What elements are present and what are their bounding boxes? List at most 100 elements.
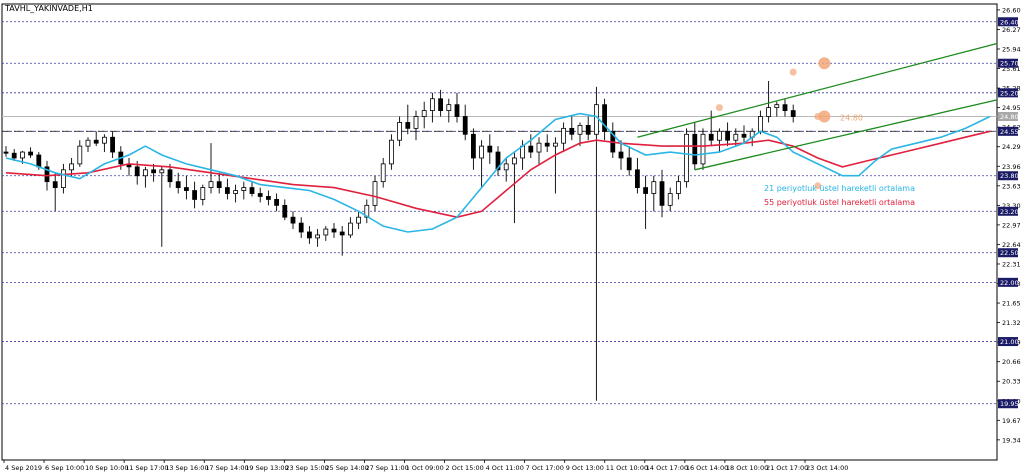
x-tick-label: 27 Sep 11:00 xyxy=(365,464,408,472)
chart-title: TAVHL_YAKINVADE,H1 xyxy=(4,4,93,13)
candle-body-up xyxy=(446,104,452,111)
y-tick-label: 20.66 xyxy=(1002,358,1021,366)
candle-body-down xyxy=(110,136,115,153)
x-tick-label: 6 Sep 10:00 xyxy=(45,464,84,472)
x-tick-label: 14 Oct 17:00 xyxy=(646,464,688,472)
candle-body-up xyxy=(233,190,239,194)
y-tick-label: 22.31 xyxy=(1002,260,1021,268)
candle-body-down xyxy=(782,104,788,111)
candle-body-down xyxy=(306,231,312,239)
candle-body-up xyxy=(159,169,165,174)
y-tick-label: 19.34 xyxy=(1002,436,1021,444)
candle-body-down xyxy=(790,110,796,117)
candle-body-up xyxy=(594,104,599,135)
price-label-text: 26.40 xyxy=(1000,18,1019,26)
y-tick-label: 19.67 xyxy=(1002,417,1021,425)
touch-marker-large xyxy=(818,57,831,70)
candle-body-up xyxy=(372,181,378,206)
candle-body-up xyxy=(142,169,148,177)
candle-body-down xyxy=(405,122,411,129)
candle-body-up xyxy=(536,142,542,153)
candle-body-down xyxy=(183,187,189,191)
x-tick-label: 11 Sep 17:00 xyxy=(125,464,168,472)
x-tick-label: 7 Oct 17:00 xyxy=(526,464,564,472)
candle-body-down xyxy=(331,228,337,233)
candle-body-up xyxy=(356,216,362,224)
x-tick-label: 10 Sep 10:00 xyxy=(85,464,128,472)
candle-body-down xyxy=(741,133,747,138)
chart-svg[interactable]: TAVHL_YAKINVADE,H126.6026.2725.9425.6125… xyxy=(0,0,1024,474)
candle-body-down xyxy=(454,104,460,117)
candle-body-up xyxy=(102,136,107,144)
candle-body-up xyxy=(429,98,435,111)
price-label-text: 22.00 xyxy=(1000,279,1019,287)
candle-body-down xyxy=(249,187,255,194)
candle-body-down xyxy=(224,187,230,194)
x-tick-label: 19 Sep 13:00 xyxy=(245,464,288,472)
x-tick-label: 2 Oct 15:00 xyxy=(446,464,484,472)
candle-body-up xyxy=(421,110,427,117)
candle-body-up xyxy=(323,228,329,236)
candle-body-up xyxy=(512,157,517,165)
candle-body-down xyxy=(134,166,140,177)
candle-body-down xyxy=(52,181,58,188)
y-tick-label: 22.97 xyxy=(1002,221,1021,229)
candle-body-up xyxy=(380,163,386,183)
candle-body-up xyxy=(413,116,419,129)
candle-body-up xyxy=(61,169,66,188)
x-tick-label: 16 Oct 14:00 xyxy=(686,464,728,472)
candle-body-down xyxy=(265,196,271,200)
candle-body-down xyxy=(438,98,444,111)
candle-body-down xyxy=(544,142,550,147)
x-tick-label: 4 Oct 11:00 xyxy=(486,464,524,472)
candle-body-up xyxy=(717,130,722,141)
candle-body-down xyxy=(635,169,640,188)
candle-body-up xyxy=(200,187,206,200)
x-tick-label: 9 Oct 13:00 xyxy=(566,464,604,472)
price-chart[interactable]: TAVHL_YAKINVADE,H126.6026.2725.9425.6125… xyxy=(0,0,1024,474)
candle-body-up xyxy=(397,122,403,141)
x-tick-label: 4 Sep 2019 xyxy=(5,464,42,472)
x-tick-label: 1 Oct 09:00 xyxy=(406,464,444,472)
candle-body-down xyxy=(708,133,714,141)
candle-body-up xyxy=(77,145,83,165)
candle-body-up xyxy=(85,139,91,147)
price-label-text: 23.80 xyxy=(1000,172,1019,180)
candle-body-down xyxy=(11,152,17,159)
y-tick-label: 24.29 xyxy=(1002,143,1021,151)
candle-body-down xyxy=(216,181,222,188)
candle-body-up xyxy=(208,181,214,188)
candle-body-up xyxy=(315,234,321,239)
price-label-text: 24.55 xyxy=(1000,128,1019,136)
candle-body-up xyxy=(241,187,247,191)
y-tick-label: 26.27 xyxy=(1002,26,1021,34)
ema55-legend: 55 periyotluk üstel hareketli ortalama xyxy=(764,198,915,207)
x-tick-label: 11 Oct 10:00 xyxy=(606,464,648,472)
candle-body-down xyxy=(462,116,468,135)
plot-area xyxy=(1,3,998,461)
x-tick-label: 17 Sep 14:00 xyxy=(205,464,248,472)
candle-body-up xyxy=(733,133,739,141)
x-tick-label: 21 Oct 17:00 xyxy=(766,464,808,472)
candle-body-down xyxy=(192,190,198,200)
level-annotation: 24.80 xyxy=(840,114,863,123)
candle-body-down xyxy=(298,222,304,233)
candle-body-down xyxy=(175,181,181,188)
y-tick-label: 22.64 xyxy=(1002,241,1021,249)
candle-body-down xyxy=(569,127,575,135)
price-label-text: 21.00 xyxy=(1000,338,1019,346)
candle-body-up xyxy=(553,142,558,147)
candle-body-down xyxy=(257,193,263,197)
candle-body-up xyxy=(577,125,583,135)
candle-body-down xyxy=(659,181,665,206)
candle-body-down xyxy=(93,139,99,144)
price-label-text: 19.95 xyxy=(1000,400,1019,408)
y-tick-label: 20.33 xyxy=(1002,378,1021,386)
x-tick-label: 13 Sep 16:00 xyxy=(165,464,208,472)
candle-body-down xyxy=(339,231,345,236)
candle-body-up xyxy=(651,181,657,194)
price-label-text: 25.20 xyxy=(1000,89,1019,97)
candle-body-up xyxy=(700,133,706,165)
x-tick-label: 23 Oct 14:00 xyxy=(806,464,848,472)
y-tick-label: 23.96 xyxy=(1002,163,1021,171)
